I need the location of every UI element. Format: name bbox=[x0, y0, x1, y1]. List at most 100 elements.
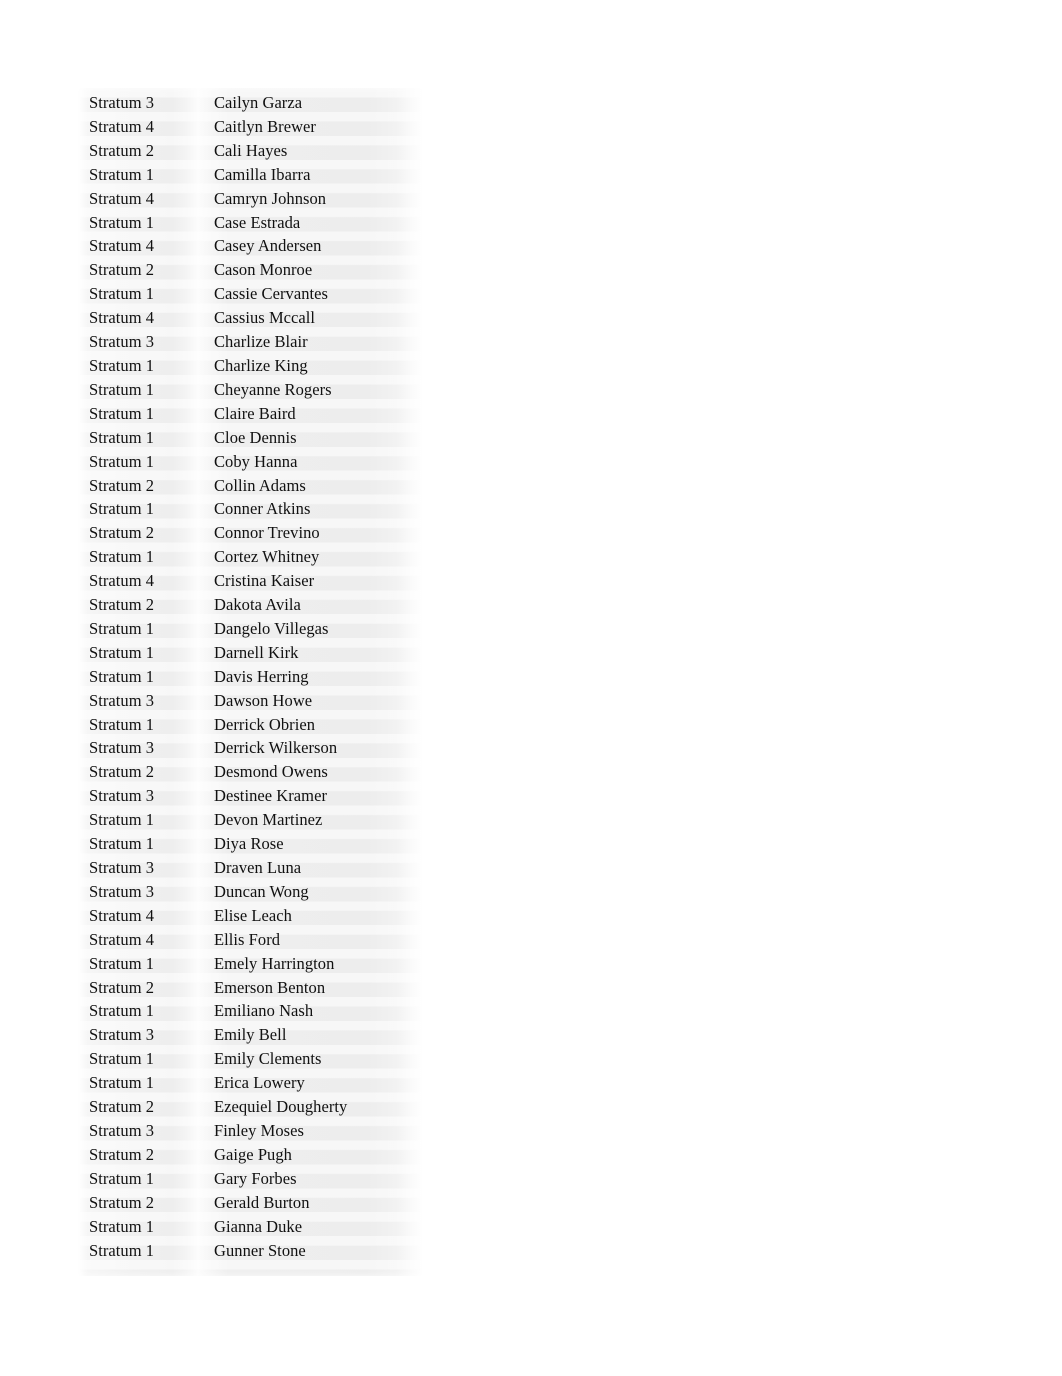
cell-name[interactable]: Emiliano Nash bbox=[203, 999, 423, 1023]
cell-name[interactable]: Cloe Dennis bbox=[203, 426, 423, 450]
cell-stratum[interactable]: Stratum 3 bbox=[78, 91, 203, 115]
table-row[interactable]: Stratum 2 Cason Monroe bbox=[78, 258, 423, 282]
cell-name[interactable]: Elise Leach bbox=[203, 904, 423, 928]
cell-name[interactable]: Cali Hayes bbox=[203, 139, 423, 163]
table-row[interactable]: Stratum 3 Charlize Blair bbox=[78, 330, 423, 354]
table-row[interactable]: Stratum 1 Darnell Kirk bbox=[78, 641, 423, 665]
cell-stratum[interactable]: Stratum 2 bbox=[78, 593, 203, 617]
cell-name[interactable]: Emily Clements bbox=[203, 1047, 423, 1071]
cell-name[interactable]: Dakota Avila bbox=[203, 593, 423, 617]
cell-stratum[interactable]: Stratum 2 bbox=[78, 1143, 203, 1167]
cell-name[interactable]: Cassius Mccall bbox=[203, 306, 423, 330]
cell-stratum[interactable]: Stratum 3 bbox=[78, 880, 203, 904]
cell-stratum[interactable]: Stratum 1 bbox=[78, 354, 203, 378]
cell-name[interactable]: Camryn Johnson bbox=[203, 187, 423, 211]
table-row[interactable]: Stratum 1 Diya Rose bbox=[78, 832, 423, 856]
table-row[interactable]: Stratum 1 Gunner Stone bbox=[78, 1239, 423, 1263]
table-row[interactable]: Stratum 4 Camryn Johnson bbox=[78, 187, 423, 211]
cell-name[interactable]: Cassie Cervantes bbox=[203, 282, 423, 306]
cell-stratum[interactable]: Stratum 1 bbox=[78, 497, 203, 521]
cell-name[interactable]: Conner Atkins bbox=[203, 497, 423, 521]
cell-stratum[interactable]: Stratum 1 bbox=[78, 641, 203, 665]
cell-stratum[interactable]: Stratum 2 bbox=[78, 760, 203, 784]
cell-stratum[interactable]: Stratum 1 bbox=[78, 163, 203, 187]
cell-stratum[interactable]: Stratum 1 bbox=[78, 545, 203, 569]
cell-name[interactable]: Emely Harrington bbox=[203, 952, 423, 976]
cell-stratum[interactable]: Stratum 3 bbox=[78, 330, 203, 354]
table-row[interactable]: Stratum 1 Coby Hanna bbox=[78, 450, 423, 474]
cell-stratum[interactable]: Stratum 1 bbox=[78, 211, 203, 235]
table-row[interactable]: Stratum 1 Devon Martinez bbox=[78, 808, 423, 832]
table-row[interactable]: Stratum 1 Charlize King bbox=[78, 354, 423, 378]
table-row[interactable]: Stratum 1 Gianna Duke bbox=[78, 1215, 423, 1239]
table-row[interactable]: Stratum 1 Case Estrada bbox=[78, 211, 423, 235]
cell-name[interactable]: Devon Martinez bbox=[203, 808, 423, 832]
cell-name[interactable]: Draven Luna bbox=[203, 856, 423, 880]
cell-stratum[interactable]: Stratum 1 bbox=[78, 426, 203, 450]
table-row[interactable]: Stratum 1 Davis Herring bbox=[78, 665, 423, 689]
cell-stratum[interactable]: Stratum 4 bbox=[78, 306, 203, 330]
table-row[interactable]: Stratum 2 Emerson Benton bbox=[78, 976, 423, 1000]
cell-name[interactable]: Dawson Howe bbox=[203, 689, 423, 713]
cell-name[interactable]: Diya Rose bbox=[203, 832, 423, 856]
cell-stratum[interactable]: Stratum 1 bbox=[78, 378, 203, 402]
cell-stratum[interactable]: Stratum 1 bbox=[78, 402, 203, 426]
cell-name[interactable]: Claire Baird bbox=[203, 402, 423, 426]
table-row[interactable]: Stratum 1 Emely Harrington bbox=[78, 952, 423, 976]
table-row[interactable]: Stratum 2 Desmond Owens bbox=[78, 760, 423, 784]
cell-stratum[interactable]: Stratum 3 bbox=[78, 784, 203, 808]
table-row[interactable]: Stratum 2 Gaige Pugh bbox=[78, 1143, 423, 1167]
cell-name[interactable]: Finley Moses bbox=[203, 1119, 423, 1143]
table-row[interactable]: Stratum 1 Claire Baird bbox=[78, 402, 423, 426]
table-row[interactable]: Stratum 1 Camilla Ibarra bbox=[78, 163, 423, 187]
table-row[interactable]: Stratum 3 Duncan Wong bbox=[78, 880, 423, 904]
table-row[interactable]: Stratum 4 Caitlyn Brewer bbox=[78, 115, 423, 139]
table-row[interactable]: Stratum 3 Derrick Wilkerson bbox=[78, 736, 423, 760]
cell-stratum[interactable]: Stratum 1 bbox=[78, 617, 203, 641]
cell-name[interactable]: Cheyanne Rogers bbox=[203, 378, 423, 402]
cell-name[interactable]: Derrick Obrien bbox=[203, 713, 423, 737]
table-row[interactable]: Stratum 1 Cloe Dennis bbox=[78, 426, 423, 450]
cell-name[interactable]: Ezequiel Dougherty bbox=[203, 1095, 423, 1119]
table-row[interactable]: Stratum 1 Derrick Obrien bbox=[78, 713, 423, 737]
cell-name[interactable]: Coby Hanna bbox=[203, 450, 423, 474]
cell-stratum[interactable]: Stratum 3 bbox=[78, 1023, 203, 1047]
table-row[interactable]: Stratum 2 Gerald Burton bbox=[78, 1191, 423, 1215]
cell-stratum[interactable]: Stratum 3 bbox=[78, 1119, 203, 1143]
cell-stratum[interactable]: Stratum 1 bbox=[78, 832, 203, 856]
cell-name[interactable]: Collin Adams bbox=[203, 474, 423, 498]
cell-stratum[interactable]: Stratum 2 bbox=[78, 976, 203, 1000]
table-row[interactable]: Stratum 1 Dangelo Villegas bbox=[78, 617, 423, 641]
cell-stratum[interactable]: Stratum 1 bbox=[78, 282, 203, 306]
table-row[interactable]: Stratum 3 Finley Moses bbox=[78, 1119, 423, 1143]
cell-name[interactable]: Casey Andersen bbox=[203, 234, 423, 258]
cell-stratum[interactable]: Stratum 2 bbox=[78, 258, 203, 282]
cell-name[interactable]: Emily Bell bbox=[203, 1023, 423, 1047]
cell-name[interactable]: Cailyn Garza bbox=[203, 91, 423, 115]
cell-name[interactable]: Charlize Blair bbox=[203, 330, 423, 354]
cell-name[interactable]: Charlize King bbox=[203, 354, 423, 378]
cell-stratum[interactable]: Stratum 1 bbox=[78, 665, 203, 689]
cell-stratum[interactable]: Stratum 2 bbox=[78, 1095, 203, 1119]
cell-name[interactable]: Derrick Wilkerson bbox=[203, 736, 423, 760]
cell-stratum[interactable]: Stratum 2 bbox=[78, 139, 203, 163]
cell-stratum[interactable]: Stratum 1 bbox=[78, 450, 203, 474]
cell-name[interactable]: Connor Trevino bbox=[203, 521, 423, 545]
cell-name[interactable]: Erica Lowery bbox=[203, 1071, 423, 1095]
cell-stratum[interactable]: Stratum 3 bbox=[78, 689, 203, 713]
cell-stratum[interactable]: Stratum 2 bbox=[78, 1191, 203, 1215]
table-row[interactable]: Stratum 1 Emily Clements bbox=[78, 1047, 423, 1071]
table-row[interactable]: Stratum 1 Conner Atkins bbox=[78, 497, 423, 521]
table-row[interactable]: Stratum 1 Gary Forbes bbox=[78, 1167, 423, 1191]
cell-name[interactable]: Gunner Stone bbox=[203, 1239, 423, 1263]
table-row[interactable]: Stratum 1 Cortez Whitney bbox=[78, 545, 423, 569]
cell-stratum[interactable]: Stratum 1 bbox=[78, 1167, 203, 1191]
cell-name[interactable]: Gaige Pugh bbox=[203, 1143, 423, 1167]
cell-stratum[interactable]: Stratum 1 bbox=[78, 713, 203, 737]
table-row[interactable]: Stratum 1 Cheyanne Rogers bbox=[78, 378, 423, 402]
cell-stratum[interactable]: Stratum 1 bbox=[78, 1047, 203, 1071]
cell-stratum[interactable]: Stratum 4 bbox=[78, 569, 203, 593]
cell-stratum[interactable]: Stratum 3 bbox=[78, 856, 203, 880]
cell-stratum[interactable]: Stratum 1 bbox=[78, 1215, 203, 1239]
cell-stratum[interactable]: Stratum 2 bbox=[78, 474, 203, 498]
